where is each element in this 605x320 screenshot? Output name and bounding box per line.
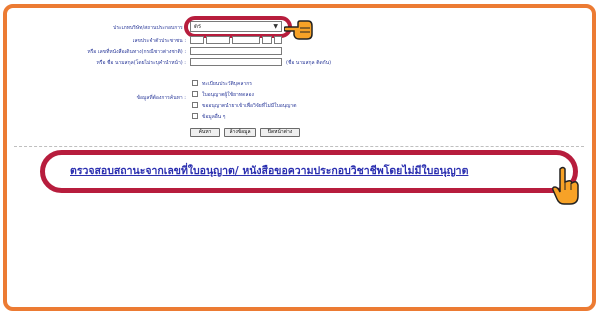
click-hand-icon	[552, 166, 579, 205]
id-input-3[interactable]	[232, 36, 260, 44]
name-label: หรือ ชื่อ นามสกุล(โดยไม่ระบุคำนำหน้า) :	[96, 60, 186, 66]
reset-button[interactable]: ล้างข้อมูล	[224, 128, 256, 137]
license-status-link[interactable]: ตรวจสอบสถานะจากเลขที่ใบอนุญาต/ หนังสือขอ…	[70, 162, 558, 179]
option-checkbox-2[interactable]	[192, 91, 198, 97]
highlight-ring-select	[184, 16, 292, 38]
option-label-2: ใบอนุญาตผู้ใช้ยาทดลอง	[202, 92, 254, 98]
option-label-1: ทะเบียนประวัติบุคลากร	[202, 81, 252, 87]
id-input-1[interactable]	[190, 36, 204, 44]
search-button[interactable]: ค้นหา	[190, 128, 220, 137]
name-input[interactable]	[190, 58, 282, 66]
pointing-hand-icon	[284, 20, 313, 40]
id-input-5[interactable]	[274, 36, 282, 44]
option-checkbox-4[interactable]	[192, 113, 198, 119]
id-input-2[interactable]	[206, 36, 230, 44]
option-label-4: ข้อมูลอื่น ๆ	[202, 114, 226, 120]
section-divider	[14, 146, 584, 147]
passport-label: หรือ เลขที่หนังสือเดินทาง(กรณีชาวต่างชาต…	[87, 49, 186, 55]
option-checkbox-1[interactable]	[192, 80, 198, 86]
passport-input[interactable]	[190, 47, 282, 55]
name-hint: (ชื่อ นามสกุล ติดกัน)	[286, 60, 332, 66]
options-label: ข้อมูลที่ต้องการค้นหา :	[136, 95, 186, 101]
option-checkbox-3[interactable]	[192, 102, 198, 108]
close-window-button[interactable]: ปิดหน้าต่าง	[260, 128, 300, 137]
id-input-4[interactable]	[262, 36, 272, 44]
option-label-3: ขออนุญาตนำยาเข้าเพื่อวิจัยที่ไม่มีใบอนุญ…	[202, 103, 297, 109]
select-label: ประเภทบริษัท/สถานประกอบการ :	[113, 25, 186, 31]
id-label: เลขประจำตัวประชาชน :	[132, 38, 186, 44]
